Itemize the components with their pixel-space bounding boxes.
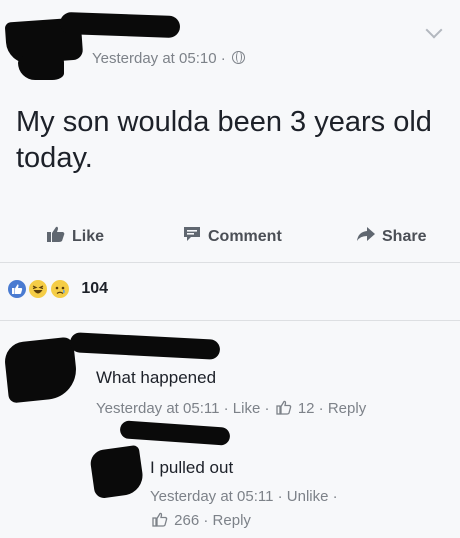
meta-separator: ·: [318, 400, 324, 417]
divider: [0, 320, 460, 321]
like-button[interactable]: Like: [46, 225, 104, 246]
avatar-redaction-extra: [18, 54, 64, 80]
comment-text: What happened: [96, 368, 217, 387]
post-body: My son woulda been 3 years old today.: [16, 106, 432, 174]
thumbs-up-icon: [275, 400, 291, 415]
comment-reply-link[interactable]: Reply: [328, 400, 366, 417]
globe-icon: [231, 51, 245, 64]
meta-separator: ·: [264, 400, 270, 417]
reply-time[interactable]: Yesterday at 05:11 ·: [150, 488, 283, 505]
comment-icon: [184, 227, 200, 241]
post-time-text[interactable]: Yesterday at 05:10 ·: [92, 50, 226, 67]
replier-avatar-redaction: [88, 444, 146, 500]
thumbs-up-icon: [47, 226, 65, 242]
action-bar: Like Comment Share: [0, 215, 460, 255]
meta-separator: ·: [203, 512, 209, 529]
sad-reaction-icon: [48, 278, 71, 300]
post-card: Yesterday at 05:10 · My son woulda been …: [0, 0, 460, 538]
like-label: Like: [72, 228, 105, 245]
comment-meta: Yesterday at 05:11 · Like · 12 · Reply: [96, 400, 366, 417]
like-reaction-icon: [6, 278, 28, 300]
replier-name-redaction: [119, 420, 231, 446]
share-label: Share: [382, 228, 427, 245]
author-name-redaction: [59, 11, 181, 39]
haha-reaction-icon: [27, 278, 50, 300]
comment-time[interactable]: Yesterday at 05:11 ·: [96, 400, 229, 417]
reply-like-count[interactable]: 266: [174, 512, 199, 529]
comment-like-link[interactable]: Like: [233, 400, 261, 417]
share-arrow-icon: [357, 227, 375, 241]
reply-reply-link[interactable]: Reply: [213, 512, 251, 529]
thumbs-up-icon: [152, 512, 168, 527]
comment-button[interactable]: Comment: [182, 225, 282, 246]
chevron-down-icon[interactable]: [425, 21, 443, 39]
reply-unlike-link[interactable]: Unlike ·: [287, 488, 338, 505]
reply-meta-second-line: 266 · Reply: [150, 512, 251, 529]
reaction-summary[interactable]: 104: [6, 278, 108, 308]
reply-meta: Yesterday at 05:11 · Unlike ·: [150, 488, 338, 505]
reply-text: I pulled out: [150, 458, 234, 477]
comment-label: Comment: [208, 228, 282, 245]
comment-like-count[interactable]: 12: [298, 400, 315, 417]
divider: [0, 262, 460, 263]
reaction-count: 104: [81, 280, 109, 297]
commenter-avatar-redaction: [3, 336, 79, 404]
post-timestamp[interactable]: Yesterday at 05:10 ·: [92, 50, 245, 67]
commenter-name-redaction: [69, 332, 221, 360]
share-button[interactable]: Share: [356, 225, 426, 246]
